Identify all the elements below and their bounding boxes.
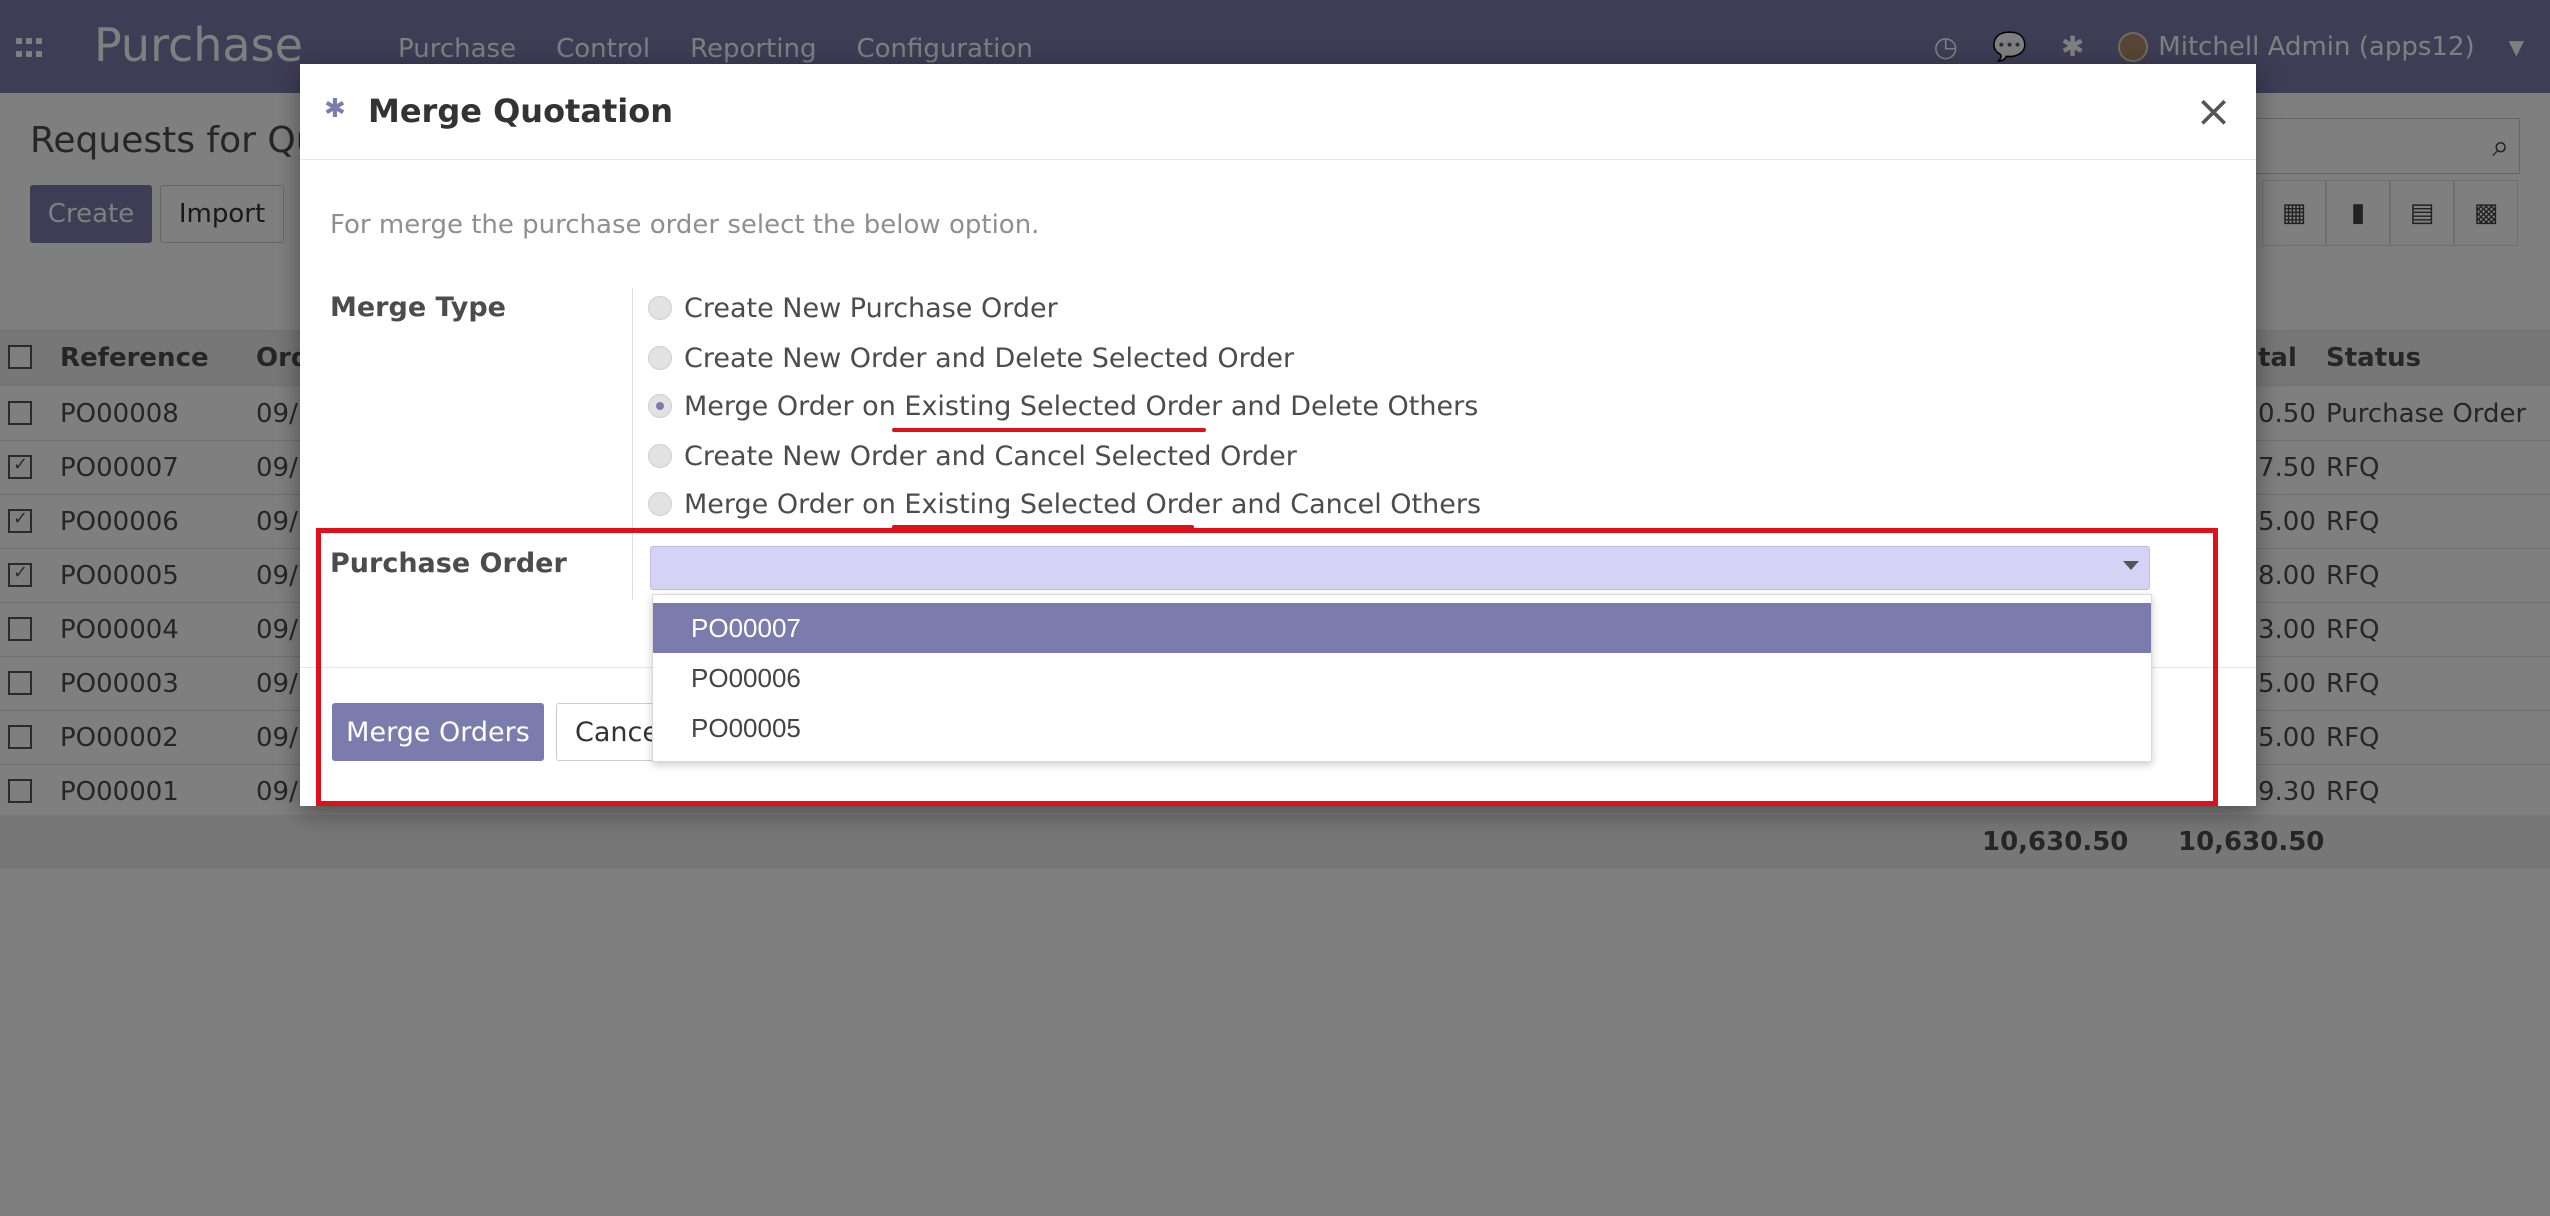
radio-label: Merge Order on Existing Selected Order a… [684,390,1479,422]
radio-button[interactable] [648,296,672,320]
merge-type-option[interactable]: Create New Order and Cancel Selected Ord… [648,436,1297,476]
merge-type-option[interactable]: Create New Order and Delete Selected Ord… [648,338,1294,378]
merge-type-option-selected[interactable]: Merge Order on Existing Selected Order a… [648,386,1478,426]
field-separator [632,544,633,600]
intro-text: For merge the purchase order select the … [330,210,1040,240]
annotation-underline [892,428,1206,432]
radio-label: Create New Order and Cancel Selected Ord… [684,440,1297,472]
merge-type-option[interactable]: Merge Order on Existing Selected Order a… [648,484,1481,524]
merge-orders-button[interactable]: Merge Orders [332,703,544,761]
purchase-order-label: Purchase Order [330,548,567,579]
radio-label: Create New Purchase Order [684,292,1058,324]
dropdown-option-po00006[interactable]: PO00006 [653,653,2151,703]
annotation-underline [892,525,1194,529]
dropdown-option-po00005[interactable]: PO00005 [653,703,2151,753]
radio-label: Merge Order on Existing Selected Order a… [684,488,1482,520]
bug-icon: ✱ [324,94,346,124]
close-button[interactable]: × [2195,86,2232,137]
modal-header: ✱ Merge Quotation × [300,64,2256,160]
radio-button[interactable] [648,394,672,418]
radio-button[interactable] [648,492,672,516]
field-separator [632,288,633,588]
purchase-order-dropdown: PO00007 PO00006 PO00005 [652,594,2152,762]
purchase-order-select[interactable] [650,546,2150,590]
radio-button[interactable] [648,346,672,370]
modal-title: Merge Quotation [368,92,673,130]
radio-label: Create New Order and Delete Selected Ord… [684,342,1295,374]
dropdown-option-po00007[interactable]: PO00007 [653,603,2151,653]
merge-type-label: Merge Type [330,292,506,323]
chevron-down-icon[interactable] [2123,561,2139,570]
merge-type-option[interactable]: Create New Purchase Order [648,288,1058,328]
radio-button[interactable] [648,444,672,468]
